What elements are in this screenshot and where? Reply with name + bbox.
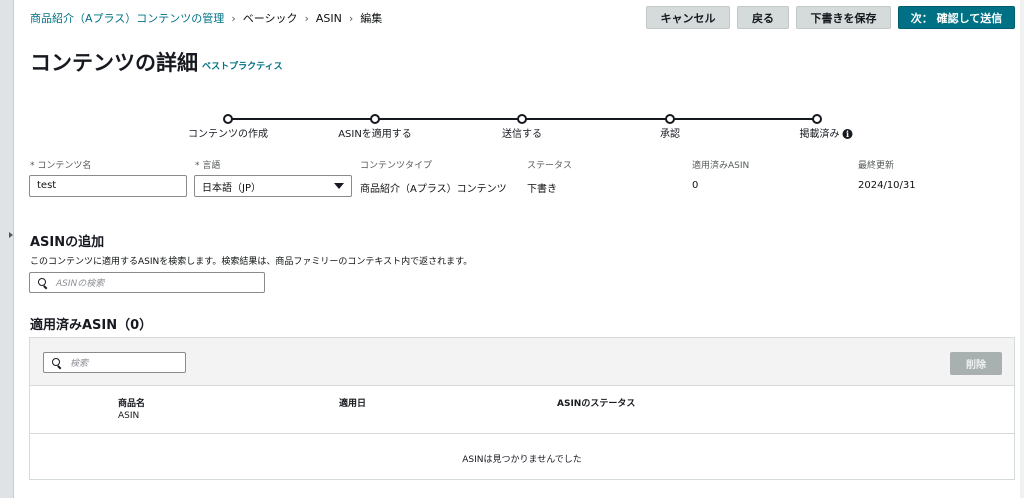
breadcrumb-separator: › [348, 11, 354, 25]
expand-arrow-icon[interactable] [9, 232, 13, 238]
status-value: 下書き [527, 184, 557, 195]
last-updated-value: 2024/10/31 [858, 180, 916, 191]
left-collapsed-panel[interactable] [0, 0, 14, 498]
breadcrumb-asin: ASIN [315, 11, 342, 25]
next-review-submit-button[interactable]: 次： 確認して送信 [898, 6, 1015, 29]
page-title: コンテンツの詳細 [30, 51, 198, 75]
dropdown-caret-icon [334, 183, 344, 189]
content-name-input[interactable]: test [29, 175, 187, 197]
breadcrumb-manage-aplus[interactable]: 商品紹介（Aプラス）コンテンツの管理 [30, 10, 224, 26]
asin-search-input[interactable]: ASINの検索 [29, 272, 265, 293]
back-button[interactable]: 戻る [737, 6, 789, 29]
content-type-value: 商品紹介（Aプラス）コンテンツ [360, 184, 507, 195]
applied-asin-label: 適用済みASIN [692, 161, 750, 171]
search-icon [38, 277, 48, 289]
required-mark: * [30, 161, 35, 171]
step-dot-create [223, 114, 233, 124]
column-header-product-name[interactable]: 商品名 [118, 396, 145, 409]
add-asin-title: ASINの追加 [30, 235, 105, 250]
language-select[interactable]: 日本語（JP） [194, 175, 352, 197]
best-practices-link[interactable]: ベストプラクティス [202, 59, 283, 72]
language-label-text: 言語 [202, 161, 221, 171]
language-label: * 言語 [195, 158, 220, 171]
empty-table-message: ASINは見つかりませんでした [462, 455, 582, 465]
delete-button[interactable]: 削除 [950, 352, 1002, 375]
content-name-label: * コンテンツ名 [30, 158, 91, 171]
column-subheader-asin: ASIN [118, 411, 140, 421]
step-label-create: コンテンツの作成 [188, 129, 268, 140]
save-draft-button[interactable]: 下書きを保存 [796, 6, 891, 29]
table-search-placeholder: 検索 [70, 359, 89, 369]
content-name-label-text: コンテンツ名 [37, 161, 92, 171]
breadcrumb-separator: › [304, 11, 309, 25]
asin-search-placeholder: ASINの検索 [56, 279, 105, 289]
step-label-approve: 承認 [660, 129, 680, 140]
scrollbar-track[interactable] [1020, 0, 1024, 498]
step-dot-approve [665, 114, 675, 124]
cancel-button[interactable]: キャンセル [646, 6, 730, 29]
column-header-asin-status[interactable]: ASINのステータス [557, 396, 635, 409]
search-icon [52, 357, 62, 369]
language-select-value: 日本語（JP） [202, 182, 261, 194]
breadcrumb-basic: ベーシック [242, 12, 298, 25]
required-mark: * [195, 161, 200, 171]
step-label-submit: 送信する [502, 129, 542, 140]
table-divider [30, 433, 1014, 434]
progress-stepper: コンテンツの作成 ASINを適用する 送信する 承認 掲載済み i [0, 110, 1024, 140]
table-search-input[interactable]: 検索 [43, 352, 186, 373]
breadcrumb-separator: › [231, 11, 236, 25]
step-dot-apply-asin [370, 114, 380, 124]
breadcrumb-edit: 編集 [360, 12, 383, 25]
content-type-label: コンテンツタイプ [360, 161, 433, 171]
column-header-applied-date[interactable]: 適用日 [339, 396, 366, 409]
step-dot-submit [517, 114, 527, 124]
applied-asin-value: 0 [692, 180, 699, 191]
status-label: ステータス [527, 161, 573, 171]
step-label-apply-asin: ASINを適用する [338, 129, 412, 140]
step-label-published: 掲載済み i [800, 125, 853, 140]
info-icon[interactable]: i [842, 129, 853, 139]
step-dot-published [812, 114, 822, 124]
step-label-published-text: 掲載済み [799, 129, 840, 140]
applied-asin-title: 適用済みASIN（0） [30, 318, 153, 333]
add-asin-description: このコンテンツに適用するASINを検索します。検索結果は、商品ファミリーのコンテ… [30, 257, 473, 267]
breadcrumb: 商品紹介（Aプラス）コンテンツの管理 › ベーシック › ASIN › 編集 [30, 10, 382, 26]
last-updated-label: 最終更新 [858, 161, 895, 171]
